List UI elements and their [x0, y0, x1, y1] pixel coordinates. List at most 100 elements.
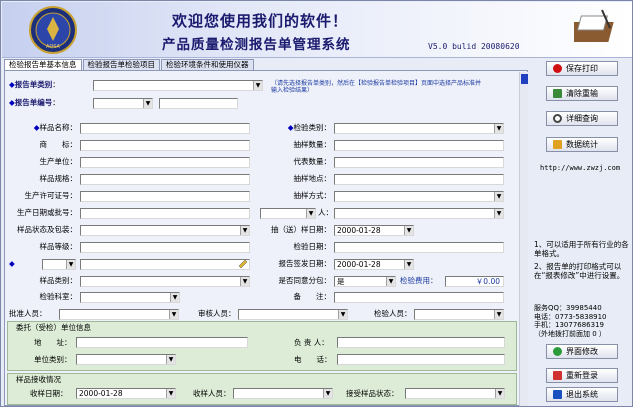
dot-marker: ◆ — [9, 259, 15, 268]
person-type-select[interactable]: ▼ — [260, 208, 316, 219]
unit-type-select[interactable]: ▼ — [76, 354, 176, 365]
batch-input[interactable] — [80, 208, 250, 219]
report-type-label-wrap: ◆报告单类别： — [9, 80, 60, 89]
chevron-down-icon: ▼ — [494, 209, 503, 218]
detail-query-button[interactable]: 详细查询 — [546, 111, 618, 126]
sample-qty-input[interactable] — [334, 140, 504, 151]
chevron-down-icon: ▼ — [404, 260, 413, 269]
unit-value-input[interactable] — [80, 259, 250, 270]
relogin-icon — [553, 371, 562, 380]
location-label: 抽样地点： — [293, 174, 332, 183]
note-2: 2、报告单的打印格式可以在“报表修改”中进行设置。 — [534, 262, 625, 280]
app-title: 产品质量检测报告单管理系统 — [162, 37, 351, 53]
test-date-input[interactable] — [334, 242, 504, 253]
license-input[interactable] — [80, 191, 250, 202]
address-label: 地 址： — [34, 338, 72, 347]
fee-label: 检验费用： — [400, 276, 438, 285]
chevron-down-icon: ▼ — [169, 310, 178, 319]
address-input[interactable] — [76, 337, 248, 348]
notes-text: 1、可以适用于所有行业的各单格式。 2、报告单的打印格式可以在“报表修改”中进行… — [534, 240, 630, 280]
issue-date-picker[interactable]: 2000-01-28 ▼ — [334, 259, 414, 270]
person-select[interactable]: ▼ — [334, 208, 504, 219]
save-print-button[interactable]: 保存打印 — [546, 61, 618, 76]
sample-qty-label: 抽样数量： — [293, 140, 332, 149]
record-icon — [553, 64, 562, 73]
department-select[interactable]: ▼ — [80, 292, 180, 303]
scroll-thumb[interactable] — [521, 74, 528, 84]
ui-modify-button[interactable]: 界面修改 — [546, 344, 618, 359]
tab-test-items[interactable]: 检验报告单检验项目 — [82, 59, 160, 70]
tab-basic-info[interactable]: 检验报告单基本信息 — [4, 59, 82, 70]
approver-select[interactable]: ▼ — [59, 309, 179, 320]
chevron-down-icon: ▼ — [166, 389, 175, 398]
sample-name-input[interactable] — [80, 123, 250, 134]
subcontract-select[interactable]: 是 ▼ — [334, 276, 396, 287]
chevron-down-icon: ▼ — [494, 192, 503, 201]
clear-button[interactable]: 清除重输 — [546, 86, 618, 101]
website-url[interactable]: http://www.zwzj.com — [540, 164, 620, 172]
package-label: 样品状态及包装： — [17, 225, 77, 234]
package-select[interactable]: ▼ — [80, 225, 250, 236]
search-icon — [553, 114, 562, 123]
report-prefix-select[interactable]: ▼ — [93, 98, 153, 109]
remarks-input[interactable] — [334, 292, 504, 303]
license-label: 生产许可证号： — [24, 191, 78, 200]
inspector-select[interactable]: ▼ — [414, 309, 504, 320]
test-type-select[interactable]: ▼ — [334, 123, 504, 134]
subcontract-label: 是否同意分包： — [278, 276, 332, 285]
manufacturer-input[interactable] — [80, 157, 250, 168]
sample-name-label: ◆样品名称： — [33, 123, 77, 132]
tab-environment[interactable]: 检验环境条件和使用仪器 — [161, 59, 254, 70]
chevron-down-icon: ▼ — [494, 124, 503, 133]
clear-icon — [553, 89, 562, 98]
department-label: 检验科室： — [39, 292, 78, 301]
exit-icon — [553, 390, 562, 399]
phone-input[interactable] — [337, 354, 505, 365]
category-select[interactable]: ▼ — [80, 276, 250, 287]
chevron-down-icon: ▼ — [323, 389, 332, 398]
client-section-title: 委托（受检）单位信息 — [16, 323, 91, 332]
report-type-label: 报告单类别 — [14, 80, 53, 89]
chevron-down-icon: ▼ — [338, 310, 347, 319]
receiver-select[interactable]: ▼ — [233, 388, 333, 399]
chevron-down-icon: ▼ — [494, 310, 503, 319]
grade-label: 样品等级： — [39, 242, 78, 251]
fee-input[interactable]: ￥0.00 — [445, 276, 504, 287]
receipt-date-picker[interactable]: 2000-01-28 ▼ — [76, 388, 176, 399]
side-panel: 保存打印 清除重输 详细查询 数据统计 http://www.zwzj.com … — [531, 59, 632, 406]
chevron-down-icon: ▼ — [170, 293, 179, 302]
status-select[interactable]: ▼ — [405, 388, 505, 399]
tab-bar: 检验报告单基本信息 检验报告单检验项目 检验环境条件和使用仪器 — [4, 59, 255, 70]
approver-label: 批准人员： — [9, 309, 47, 318]
chevron-down-icon: ▼ — [240, 226, 249, 235]
stats-button[interactable]: 数据统计 — [546, 137, 618, 152]
trademark-input[interactable] — [80, 140, 250, 151]
unit-select[interactable]: ▼ — [42, 259, 76, 270]
report-no-input[interactable] — [159, 98, 238, 109]
test-type-label: ◆检验类别： — [287, 123, 331, 132]
contact-person-input[interactable] — [337, 337, 505, 348]
vertical-scrollbar[interactable] — [519, 72, 528, 406]
grade-input[interactable] — [80, 242, 250, 253]
phone-label: 电 话： — [294, 355, 332, 364]
exit-button[interactable]: 退出系统 — [546, 387, 618, 402]
issue-date-label: 报告签发日期： — [278, 259, 332, 268]
client-section: 委托（受检）单位信息 地 址： 单位类别： ▼ 负 责 人： 电 话： — [7, 321, 517, 371]
sample-date-picker[interactable]: 2000-01-28 ▼ — [334, 225, 414, 236]
spec-input[interactable] — [80, 174, 250, 185]
chevron-down-icon: ▼ — [253, 81, 262, 90]
receipt-date-label: 收样日期： — [30, 389, 68, 398]
batch-label: 生产日期或批号： — [17, 208, 77, 217]
rep-qty-input[interactable] — [334, 157, 504, 168]
svg-text:AQSA: AQSA — [46, 44, 61, 50]
reviewer-select[interactable]: ▼ — [238, 309, 348, 320]
app-window: AQSA 欢迎您使用我们的软件！ 产品质量检测报告单管理系统 V5.0 buli… — [0, 0, 633, 407]
relogin-button[interactable]: 重新登录 — [546, 368, 618, 383]
pen-icon[interactable] — [238, 259, 249, 269]
location-input[interactable] — [334, 174, 504, 185]
method-select[interactable]: ▼ — [334, 191, 504, 202]
person-label: 人： — [318, 208, 333, 217]
report-type-select[interactable]: ▼ — [93, 80, 263, 91]
status-label: 接受样品状态： — [346, 389, 399, 398]
emblem-logo-icon: AQSA — [29, 6, 77, 54]
